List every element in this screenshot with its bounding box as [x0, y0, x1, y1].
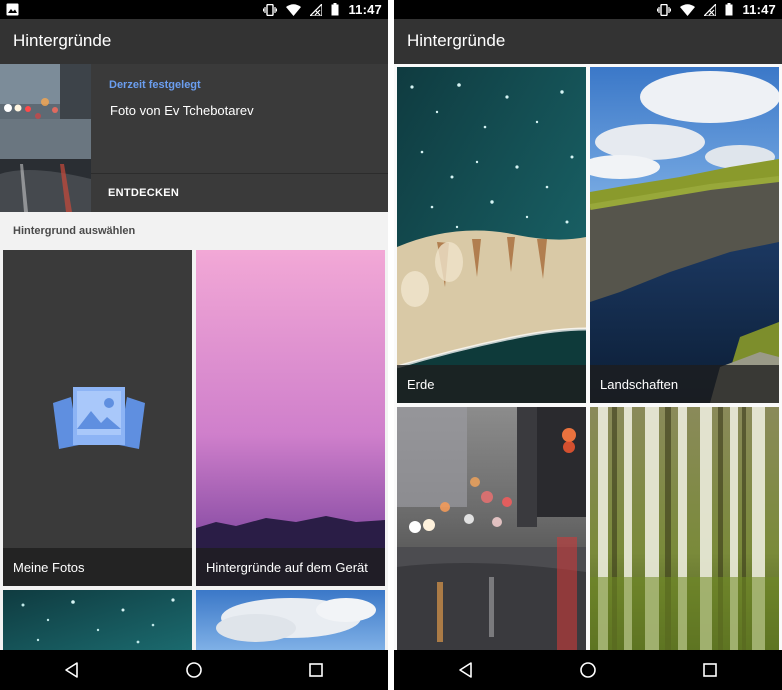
home-icon[interactable]: [578, 660, 598, 680]
category-tile-landscapes[interactable]: Landschaften: [590, 67, 779, 403]
explore-button[interactable]: ENTDECKEN: [108, 187, 179, 199]
section-heading: Hintergrund auswählen: [13, 225, 136, 237]
vibrate-icon: [263, 3, 278, 16]
current-wallpaper-label: Derzeit festgelegt: [109, 79, 201, 91]
photo-credit: Foto von Ev Tchebotarev: [110, 103, 254, 118]
left-phone-screen: 11:47 Hintergründe Derzeit festgelegt Fo…: [0, 0, 388, 690]
no-signal-icon: [704, 3, 717, 16]
image-notification-icon: [6, 3, 19, 16]
no-signal-icon: [310, 3, 323, 16]
tile-label: Hintergründe auf dem Gerät: [206, 560, 368, 575]
navigation-bar: [0, 650, 388, 690]
app-bar: Hintergründe: [0, 19, 388, 64]
tile-label: Meine Fotos: [13, 560, 85, 575]
divider: [91, 173, 388, 174]
current-wallpaper-card[interactable]: Derzeit festgelegt Foto von Ev Tchebotar…: [0, 64, 388, 212]
battery-icon: [331, 3, 339, 16]
tile-caption: Erde: [397, 365, 586, 403]
tile-label: Erde: [407, 377, 435, 392]
tile-caption: Meine Fotos: [3, 548, 192, 586]
status-bar: 11:47: [0, 0, 388, 19]
wifi-icon: [680, 3, 696, 16]
tile-caption: Landschaften: [590, 365, 779, 403]
vibrate-icon: [657, 3, 672, 16]
current-wallpaper-thumbnail[interactable]: [0, 64, 91, 212]
wallpaper-tile-landscape-preview[interactable]: [196, 590, 385, 650]
recents-icon[interactable]: [306, 660, 326, 680]
photos-icon: [53, 387, 145, 449]
category-tile-forest[interactable]: [590, 407, 779, 650]
app-bar: Hintergründe: [394, 19, 782, 64]
navigation-bar: [394, 650, 782, 690]
wallpaper-tile-earth-preview[interactable]: [3, 590, 192, 650]
wallpaper-tile-my-photos[interactable]: Meine Fotos: [3, 250, 192, 586]
category-tile-city[interactable]: [397, 407, 586, 650]
tile-caption: Hintergründe auf dem Gerät: [196, 548, 385, 586]
status-bar: 11:47: [394, 0, 782, 19]
clock: 11:47: [742, 2, 776, 17]
tile-label: Landschaften: [600, 377, 679, 392]
home-icon[interactable]: [184, 660, 204, 680]
page-title: Hintergründe: [13, 31, 112, 50]
battery-icon: [725, 3, 733, 16]
page-title: Hintergründe: [407, 31, 506, 50]
wifi-icon: [286, 3, 302, 16]
right-phone-screen: 11:47 Hintergründe Erde Landschaften: [394, 0, 782, 690]
wallpaper-tile-device[interactable]: Hintergründe auf dem Gerät: [196, 250, 385, 586]
back-icon[interactable]: [456, 660, 476, 680]
category-tile-earth[interactable]: Erde: [397, 67, 586, 403]
back-icon[interactable]: [62, 660, 82, 680]
clock: 11:47: [348, 2, 382, 17]
recents-icon[interactable]: [700, 660, 720, 680]
